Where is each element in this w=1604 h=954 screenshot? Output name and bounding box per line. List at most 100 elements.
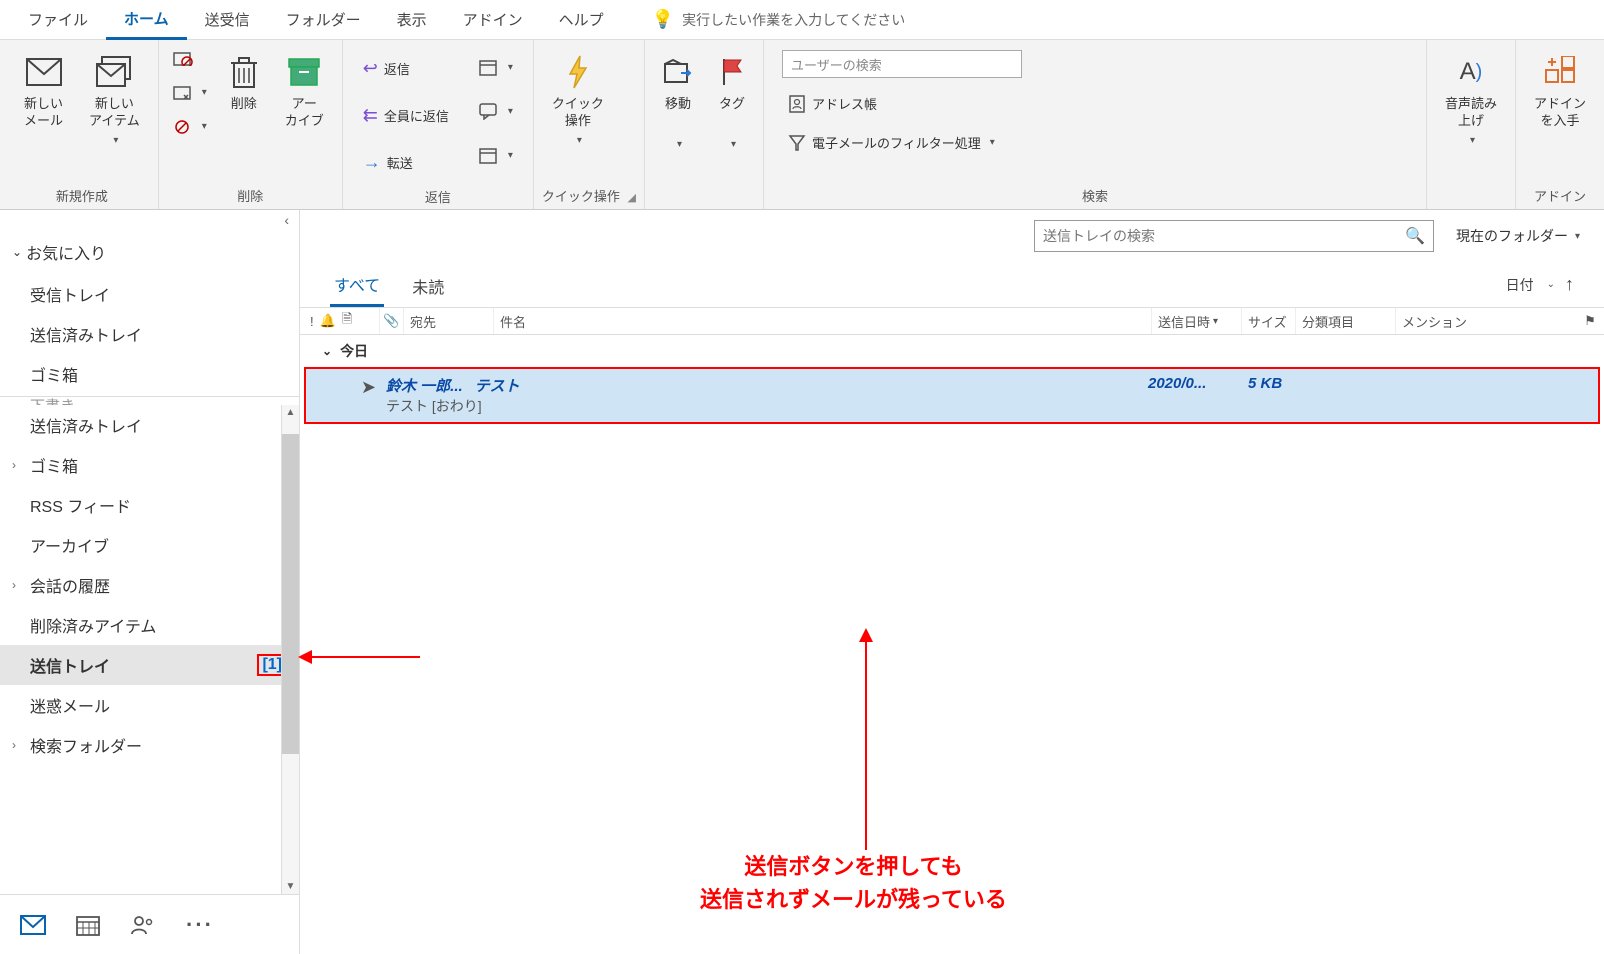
group-label-reply: 返信 [351, 185, 525, 206]
people-nav-icon[interactable] [130, 914, 156, 936]
annotation-text: 送信ボタンを押しても 送信されずメールが残っている [700, 850, 1007, 916]
new-mail-label: 新しい メール [24, 96, 63, 130]
tab-all[interactable]: すべて [330, 262, 384, 307]
col-subject[interactable]: 件名 [494, 308, 1152, 334]
tell-me-search[interactable]: 💡 実行したい作業を入力してください [652, 9, 906, 30]
sidebar-item-junk[interactable]: 迷惑メール [0, 685, 299, 725]
menu-view[interactable]: 表示 [379, 1, 445, 38]
chevron-down-icon: ▾ [677, 138, 682, 151]
sidebar-item-rss[interactable]: RSS フィード [0, 485, 299, 525]
chevron-down-icon: ▾ [508, 106, 513, 117]
col-to[interactable]: 宛先 [404, 308, 494, 334]
annotation-arrow-vertical [865, 630, 867, 850]
new-item-label: 新しい アイテム [89, 96, 140, 130]
calendar-nav-icon[interactable] [76, 914, 100, 936]
send-icon: ➤ [361, 377, 376, 398]
favorites-header[interactable]: ⌄ お気に入り [0, 230, 299, 274]
list-column-header: !🔔🗎 📎 宛先 件名 送信日時▾ サイズ 分類項目 メンション ⚑ [300, 307, 1604, 335]
sidebar-item-deleted[interactable]: 削除済みアイテム [0, 605, 299, 645]
forward-icon: → [363, 152, 381, 173]
folder-search-input[interactable] [1043, 228, 1405, 244]
email-filter-button[interactable]: 電子メールのフィルター処理▾ [782, 129, 1001, 156]
reply-all-label: 全員に返信 [384, 106, 449, 125]
sidebar-item-search-folder[interactable]: ›検索フォルダー [0, 725, 299, 765]
new-mail-button[interactable]: 新しい メール [14, 46, 73, 136]
sidebar-item-sent2[interactable]: 送信済みトレイ [0, 405, 299, 445]
mail-nav-icon[interactable] [20, 915, 46, 935]
sidebar-item-outbox[interactable]: 送信トレイ [1] [0, 645, 299, 685]
menu-sendrecv[interactable]: 送受信 [187, 1, 268, 38]
delete-button[interactable]: 削除 [219, 46, 269, 119]
forward-button[interactable]: →転送 [357, 148, 455, 177]
user-search-input[interactable]: ユーザーの検索 [782, 50, 1022, 78]
col-icons[interactable]: !🔔🗎 [300, 308, 380, 334]
tab-unread[interactable]: 未読 [408, 264, 448, 306]
sidebar-item-sent[interactable]: 送信済みトレイ [0, 314, 299, 354]
new-item-button[interactable]: 新しい アイテム▾ [79, 46, 150, 153]
meeting-button[interactable]: ▾ [473, 54, 519, 80]
col-attachment[interactable]: 📎 [380, 308, 404, 334]
sidebar-item-inbox[interactable]: 受信トレイ [0, 274, 299, 314]
more-nav-icon[interactable]: ··· [186, 912, 214, 938]
cleanup-button[interactable]: ▾ [167, 80, 213, 104]
col-size[interactable]: サイズ [1242, 308, 1296, 334]
annotation-arrow-horizontal [300, 656, 420, 658]
move-button[interactable]: 移動▾ [653, 46, 703, 157]
flag-icon [719, 52, 745, 92]
folder-sidebar: ‹ ⌄ お気に入り 受信トレイ 送信済みトレイ ゴミ箱 下書き 送信済みトレイ … [0, 210, 300, 954]
flag-icon: ⚑ [1584, 313, 1596, 328]
search-scope-dropdown[interactable]: 現在のフォルダー ▾ [1446, 220, 1590, 252]
group-label-quick: クイック操作 ◢ [542, 184, 636, 205]
read-aloud-button[interactable]: A) 音声読み 上げ▾ [1435, 46, 1507, 153]
junk-button[interactable]: ▾ [167, 114, 213, 138]
col-mention[interactable]: メンション [1396, 308, 1576, 334]
sidebar-item-conversation[interactable]: ›会話の履歴 [0, 565, 299, 605]
ribbon-group-delete: ▾ ▾ 削除 アー カイブ 削除 [159, 40, 343, 209]
folder-search-box[interactable]: 🔍 [1034, 220, 1434, 252]
collapse-sidebar-button[interactable]: ‹ [0, 210, 299, 230]
scroll-up-icon[interactable]: ▲ [284, 405, 298, 420]
reply-button[interactable]: ↩返信 [357, 54, 455, 83]
sidebar-item-trash[interactable]: ゴミ箱 [0, 354, 299, 394]
chevron-down-icon: ▾ [577, 134, 582, 147]
ribbon-group-create: 新しい メール 新しい アイテム▾ 新規作成 [0, 40, 159, 209]
group-today[interactable]: ⌄ 今日 [300, 335, 1604, 367]
col-category[interactable]: 分類項目 [1296, 308, 1396, 334]
group-label: 今日 [340, 341, 368, 361]
new-item-icon [96, 52, 132, 92]
sidebar-item-archive[interactable]: アーカイブ [0, 525, 299, 565]
dialog-launcher-icon[interactable]: ◢ [628, 192, 636, 204]
mail-row[interactable]: ➤ 鈴木 一郎... テスト テスト [おわり] 2020/0... 5 KB [304, 367, 1600, 424]
quick-steps-button[interactable]: クイック 操作▾ [542, 46, 614, 153]
chevron-down-icon: ⌄ [1547, 279, 1555, 290]
address-book-button[interactable]: アドレス帳 [782, 90, 883, 117]
group-label-readaloud [1435, 188, 1507, 205]
menu-addin[interactable]: アドイン [445, 1, 541, 38]
reply-label: 返信 [384, 59, 410, 78]
group-label-delete: 削除 [167, 184, 334, 205]
reply-all-button[interactable]: ⇇全員に返信 [357, 101, 455, 130]
more-icon [479, 146, 499, 164]
email-filter-label: 電子メールのフィルター処理 [812, 133, 981, 152]
sidebar-item-trash2[interactable]: ›ゴミ箱 [0, 445, 299, 485]
menu-folder[interactable]: フォルダー [268, 1, 379, 38]
col-date[interactable]: 送信日時▾ [1152, 308, 1242, 334]
tag-button[interactable]: タグ▾ [709, 46, 755, 157]
menu-file[interactable]: ファイル [10, 1, 106, 38]
scroll-down-icon[interactable]: ▼ [284, 879, 298, 894]
archive-button[interactable]: アー カイブ [275, 46, 334, 136]
col-flag[interactable]: ⚑ [1576, 313, 1604, 329]
search-icon[interactable]: 🔍 [1405, 226, 1425, 246]
im-button[interactable]: ▾ [473, 98, 519, 124]
sidebar-scrollbar[interactable]: ▲ ▼ [281, 405, 299, 894]
more-reply-button[interactable]: ▾ [473, 142, 519, 168]
sort-direction-icon[interactable]: ↑ [1565, 274, 1574, 295]
addin-icon [1544, 52, 1576, 92]
get-addins-button[interactable]: アドイン を入手 [1524, 46, 1596, 136]
ignore-button[interactable] [167, 46, 213, 70]
scroll-thumb[interactable] [282, 434, 299, 754]
get-addins-label: アドイン を入手 [1534, 96, 1586, 130]
menu-help[interactable]: ヘルプ [541, 1, 622, 38]
sort-control[interactable]: 日付⌄ ↑ [1506, 274, 1574, 295]
menu-home[interactable]: ホーム [106, 0, 187, 40]
